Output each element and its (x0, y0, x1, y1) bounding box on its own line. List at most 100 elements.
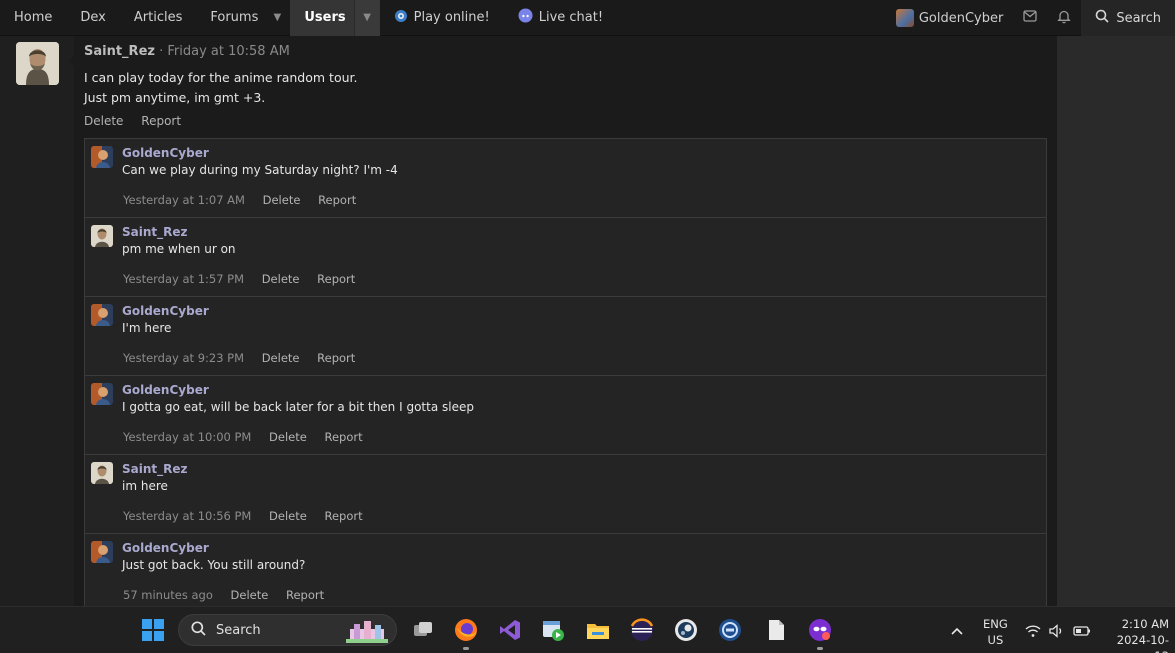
forums-dropdown-chevron-icon[interactable]: ▼ (264, 0, 290, 36)
comment-footer: 57 minutes ago Delete Report (123, 588, 324, 602)
volume-icon[interactable] (1049, 607, 1065, 653)
comment-list: GoldenCyber Can we play during my Saturd… (84, 138, 1047, 606)
firefox-running-indicator (463, 647, 469, 650)
battery-icon[interactable] (1073, 607, 1091, 653)
comment-delete-link[interactable]: Delete (262, 351, 300, 365)
inbox-button[interactable] (1013, 0, 1047, 36)
comment-timestamp[interactable]: Yesterday at 10:56 PM (123, 509, 251, 523)
comment-author[interactable]: GoldenCyber (122, 383, 209, 397)
game-app-icon[interactable] (807, 617, 833, 643)
nav-user-area: GoldenCyber Search (886, 0, 1175, 36)
alerts-button[interactable] (1047, 0, 1081, 36)
windows-start-icon[interactable] (142, 619, 164, 641)
comment-timestamp[interactable]: 57 minutes ago (123, 588, 213, 602)
comment-author[interactable]: Saint_Rez (122, 225, 188, 239)
media-app-icon[interactable] (540, 617, 566, 643)
play-online-label: Play online! (413, 10, 490, 25)
bell-icon (1057, 9, 1072, 28)
comment-avatar[interactable] (91, 462, 113, 484)
comment-text: pm me when ur on (122, 242, 236, 256)
comment-delete-link[interactable]: Delete (269, 509, 307, 523)
taskbar-search-icon (191, 620, 206, 640)
comment-footer: Yesterday at 10:00 PM Delete Report (123, 430, 363, 444)
nav-play-online[interactable]: Play online! (380, 0, 504, 36)
file-explorer-icon[interactable] (585, 617, 611, 643)
eclipse-icon[interactable] (629, 617, 655, 643)
clock-date: 2024-10-13 (1116, 633, 1169, 653)
account-avatar (895, 9, 914, 27)
comment-author[interactable]: GoldenCyber (122, 541, 209, 555)
post-timestamp[interactable]: Friday at 10:58 AM (167, 44, 289, 59)
comment-timestamp[interactable]: Yesterday at 1:57 PM (123, 272, 244, 286)
nav-live-chat[interactable]: Live chat! (504, 0, 617, 36)
post-actions: Delete Report (84, 114, 195, 128)
account-menu[interactable]: GoldenCyber (886, 0, 1014, 36)
comment-avatar[interactable] (91, 383, 113, 405)
windows-taskbar: Search ENG US 2:10 AM 2024-10- (0, 606, 1175, 653)
comment-item: GoldenCyber I gotta go eat, will be back… (85, 376, 1046, 455)
comment-footer: Yesterday at 9:23 PM Delete Report (123, 351, 355, 365)
comment-timestamp[interactable]: Yesterday at 9:23 PM (123, 351, 244, 365)
input-language-indicator[interactable]: ENG US (983, 616, 1008, 648)
users-dropdown-chevron-icon[interactable]: ▼ (353, 0, 380, 36)
comment-report-link[interactable]: Report (286, 588, 324, 602)
nav-users[interactable]: Users (290, 0, 353, 36)
comment-footer: Yesterday at 1:57 PM Delete Report (123, 272, 355, 286)
nav-forums[interactable]: Forums (196, 0, 264, 36)
comment-author[interactable]: GoldenCyber (122, 304, 209, 318)
comment-footer: Yesterday at 10:56 PM Delete Report (123, 509, 363, 523)
post-author-name[interactable]: Saint_Rez (84, 44, 155, 59)
system-clock[interactable]: 2:10 AM 2024-10-13 (1106, 616, 1169, 653)
nav-articles[interactable]: Articles (120, 0, 196, 36)
nav-search-label: Search (1116, 10, 1161, 26)
visual-studio-icon[interactable] (497, 617, 523, 643)
comment-item: GoldenCyber I'm here Yesterday at 9:23 P… (85, 297, 1046, 376)
comment-avatar[interactable] (91, 146, 113, 168)
wifi-icon[interactable] (1025, 607, 1041, 653)
nav-search-button[interactable]: Search (1081, 0, 1175, 36)
tray-overflow-chevron-icon[interactable] (950, 607, 964, 653)
post-author-avatar[interactable] (16, 42, 59, 85)
steam-like-icon[interactable] (673, 617, 699, 643)
comment-report-link[interactable]: Report (318, 193, 356, 207)
comment-delete-link[interactable]: Delete (231, 588, 269, 602)
comment-text: Can we play during my Saturday night? I'… (122, 163, 398, 177)
comment-item: Saint_Rez pm me when ur on Yesterday at … (85, 218, 1046, 297)
nav-users-tab[interactable]: Users ▼ (290, 0, 380, 36)
comment-delete-link[interactable]: Delete (262, 272, 300, 286)
comment-avatar[interactable] (91, 225, 113, 247)
firefox-icon[interactable] (453, 617, 479, 643)
nav-home[interactable]: Home (0, 0, 66, 36)
play-online-icon (394, 9, 408, 27)
comment-report-link[interactable]: Report (324, 430, 362, 444)
post-report-link[interactable]: Report (141, 114, 181, 128)
comment-author[interactable]: GoldenCyber (122, 146, 209, 160)
task-view-icon[interactable] (410, 617, 436, 643)
comment-avatar[interactable] (91, 304, 113, 326)
comment-text: I gotta go eat, will be back later for a… (122, 400, 474, 414)
post-separator: · (159, 44, 164, 59)
taskbar-search-label: Search (216, 622, 261, 638)
nav-dex[interactable]: Dex (66, 0, 119, 36)
comment-footer: Yesterday at 1:07 AM Delete Report (123, 193, 356, 207)
post-delete-link[interactable]: Delete (84, 114, 123, 128)
file-icon[interactable] (763, 617, 789, 643)
post-body-line: Just pm anytime, im gmt +3. (84, 90, 266, 105)
vpn-icon[interactable] (717, 617, 743, 643)
left-gutter (0, 36, 74, 606)
language-code: ENG (983, 617, 1008, 631)
comment-report-link[interactable]: Report (317, 351, 355, 365)
post-pointer-arrow (69, 56, 74, 66)
comment-avatar[interactable] (91, 541, 113, 563)
search-icon (1095, 9, 1109, 27)
top-navigation: Home Dex Articles Forums ▼ Users ▼ Play … (0, 0, 1175, 36)
taskbar-search-box[interactable]: Search (178, 614, 397, 646)
comment-report-link[interactable]: Report (324, 509, 362, 523)
comment-report-link[interactable]: Report (317, 272, 355, 286)
comment-timestamp[interactable]: Yesterday at 1:07 AM (123, 193, 245, 207)
comment-timestamp[interactable]: Yesterday at 10:00 PM (123, 430, 251, 444)
comment-delete-link[interactable]: Delete (263, 193, 301, 207)
comment-author[interactable]: Saint_Rez (122, 462, 188, 476)
region-code: US (987, 633, 1004, 647)
comment-delete-link[interactable]: Delete (269, 430, 307, 444)
